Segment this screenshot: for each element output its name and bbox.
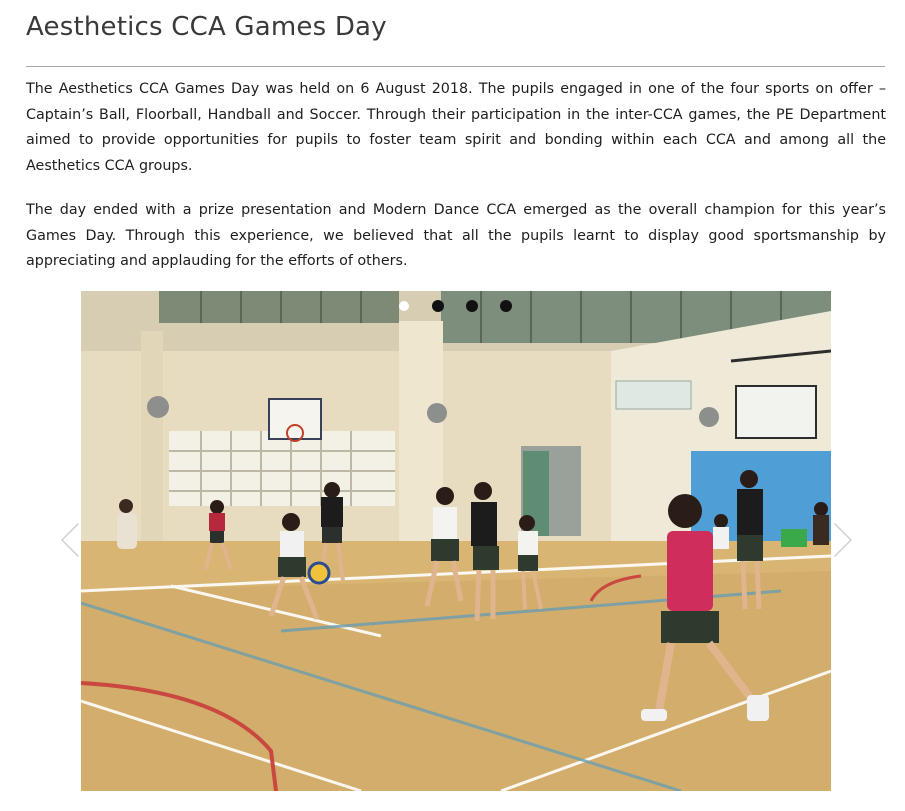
article-paragraph: The Aesthetics CCA Games Day was held on… [26,81,886,174]
carousel-slide-photo [81,291,831,791]
chevron-left-icon [59,521,81,559]
carousel-dot-3[interactable] [466,300,478,312]
article-body: The Aesthetics CCA Games Day was held on… [26,77,886,294]
carousel-prev-button[interactable] [56,520,84,560]
carousel-dot-4[interactable] [500,300,512,312]
title-divider [26,66,885,67]
chevron-right-icon [832,521,854,559]
article-paragraph: The day ended with a prize presentation … [26,202,886,269]
carousel-dot-1[interactable] [399,301,409,311]
carousel-dot-2[interactable] [432,300,444,312]
carousel-next-button[interactable] [829,520,857,560]
image-carousel[interactable] [81,291,831,791]
page-title: Aesthetics CCA Games Day [26,12,387,42]
carousel-pagination [398,300,512,312]
